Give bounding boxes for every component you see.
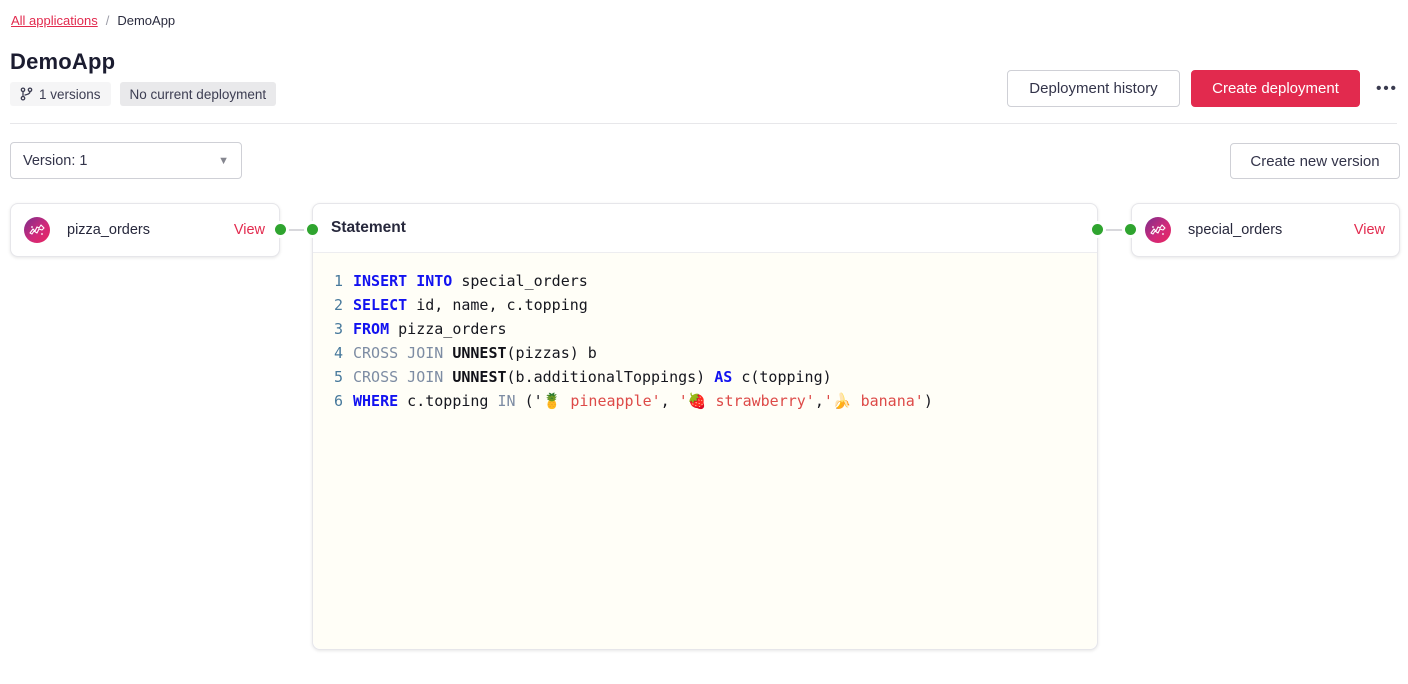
breadcrumb-current: DemoApp: [117, 13, 175, 28]
code-line: 6WHERE c.topping IN ('🍍 pineapple', '🍓 s…: [327, 389, 1097, 413]
target-table-icon: [1144, 216, 1172, 244]
code-line: 2SELECT id, name, c.topping: [327, 293, 1097, 317]
ellipsis-icon: •••: [1376, 80, 1398, 97]
deployment-status-badge: No current deployment: [120, 82, 277, 106]
code-line: 1INSERT INTO special_orders: [327, 269, 1097, 293]
chevron-down-icon: ▼: [218, 155, 229, 167]
source-table-card[interactable]: pizza_orders View: [10, 203, 280, 257]
line-number: 2: [327, 293, 343, 317]
source-table-title: pizza_orders: [67, 222, 150, 238]
statement-card: Statement 1INSERT INTO special_orders2SE…: [312, 203, 1098, 650]
source-table-icon: [23, 216, 51, 244]
sql-code: 1INSERT INTO special_orders2SELECT id, n…: [327, 269, 1097, 413]
line-number: 6: [327, 389, 343, 413]
deployment-status-label: No current deployment: [130, 87, 267, 102]
deployment-history-button[interactable]: Deployment history: [1007, 70, 1180, 107]
line-number: 4: [327, 341, 343, 365]
connector-dot: [1092, 224, 1103, 235]
git-branch-icon: [20, 87, 33, 101]
statement-card-header: Statement: [313, 204, 1097, 253]
target-table-view-link[interactable]: View: [1354, 222, 1385, 238]
source-table-view-link[interactable]: View: [234, 222, 265, 238]
line-number: 3: [327, 317, 343, 341]
connector-line-right: [1100, 229, 1128, 231]
breadcrumb-all-applications-link[interactable]: All applications: [11, 13, 98, 28]
page-title: DemoApp: [10, 49, 115, 75]
code-line: 5CROSS JOIN UNNEST(b.additionalToppings)…: [327, 365, 1097, 389]
app-detail-page: All applications / DemoApp DemoApp 1 ver…: [0, 0, 1408, 684]
connector-line-left: [283, 229, 310, 231]
target-table-title: special_orders: [1188, 222, 1282, 238]
header-divider: [10, 123, 1397, 124]
target-table-card[interactable]: special_orders View: [1131, 203, 1400, 257]
create-new-version-button[interactable]: Create new version: [1230, 143, 1400, 179]
breadcrumb-separator: /: [106, 13, 110, 28]
create-deployment-button[interactable]: Create deployment: [1191, 70, 1360, 107]
overflow-menu-button[interactable]: •••: [1372, 70, 1402, 107]
versions-badge: 1 versions: [10, 82, 111, 106]
statement-title: Statement: [331, 219, 406, 237]
code-line: 3FROM pizza_orders: [327, 317, 1097, 341]
version-selector-value: Version: 1: [23, 153, 88, 169]
version-selector[interactable]: Version: 1 ▼: [10, 142, 242, 179]
connector-dot: [275, 224, 286, 235]
line-number: 1: [327, 269, 343, 293]
breadcrumb: All applications / DemoApp: [11, 13, 175, 28]
line-number: 5: [327, 365, 343, 389]
statement-card-body: 1INSERT INTO special_orders2SELECT id, n…: [313, 253, 1097, 649]
badge-row: 1 versions No current deployment: [10, 82, 276, 106]
connector-dot: [1125, 224, 1136, 235]
versions-badge-label: 1 versions: [39, 87, 101, 102]
connector-dot: [307, 224, 318, 235]
code-line: 4CROSS JOIN UNNEST(pizzas) b: [327, 341, 1097, 365]
